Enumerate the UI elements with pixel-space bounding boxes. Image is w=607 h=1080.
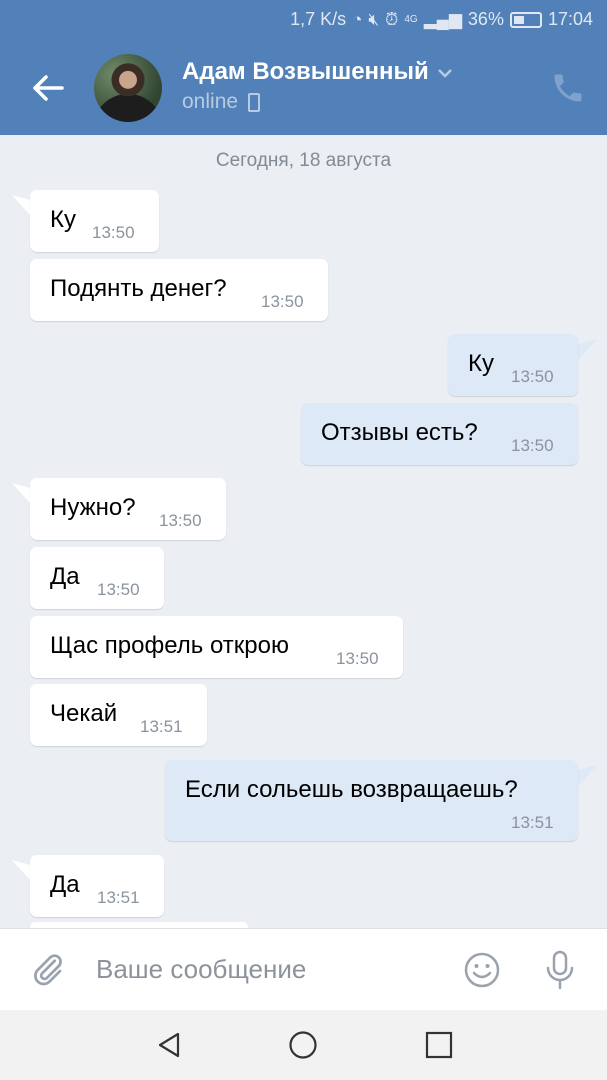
phone-call-icon[interactable] (550, 70, 586, 106)
message-incoming[interactable]: Чекай 13:51 (30, 684, 207, 746)
microphone-icon[interactable] (543, 949, 577, 991)
mute-icon: 🔇︎ (368, 9, 380, 29)
bubble-tail (577, 765, 597, 787)
message-incoming[interactable]: Да 13:51 (30, 855, 164, 917)
nav-recents-icon[interactable] (424, 1030, 454, 1060)
message-text: Ку (468, 350, 494, 377)
message-text: Нужно? (50, 494, 136, 521)
network-speed: 1,7 K/s (290, 9, 347, 29)
contact-title[interactable]: Адам Возвышенный (182, 58, 453, 86)
data-saver-icon: ◔ (352, 9, 363, 29)
contact-name: Адам Возвышенный (182, 58, 429, 85)
date-separator: Сегодня, 18 августа (215, 150, 392, 171)
smile-icon[interactable] (463, 951, 501, 989)
paperclip-icon[interactable] (30, 951, 66, 987)
message-text: Ку (50, 206, 76, 233)
message-incoming[interactable]: Нужно? 13:50 (30, 478, 226, 540)
nav-back-icon[interactable] (154, 1030, 184, 1060)
network-type: 4G (404, 14, 418, 25)
message-time: 13:50 (511, 367, 554, 386)
system-nav-bar (0, 1010, 607, 1080)
message-text: Чекай (50, 700, 118, 727)
bubble-tail (577, 339, 597, 361)
message-time: 13:50 (261, 292, 304, 311)
message-time: 13:50 (511, 436, 554, 455)
clock: 17:04 (547, 9, 593, 29)
message-outgoing[interactable]: Ку 13:50 (448, 334, 578, 396)
message-time: 13:50 (336, 649, 379, 668)
message-text: Отзывы есть? (321, 419, 478, 446)
message-composer: Ваше сообщение (0, 928, 607, 1010)
message-time: 13:51 (97, 888, 140, 907)
message-text: Да (50, 563, 80, 590)
alarm-icon: ⏰︎ (385, 9, 399, 29)
message-time: 13:50 (97, 580, 140, 599)
status-text: online (182, 90, 239, 113)
signal-icon: ▂▄▆ (423, 9, 462, 29)
battery-icon (509, 11, 542, 28)
message-incoming[interactable]: Подянть денег? 13:50 (30, 259, 328, 321)
message-text: Подянть денег? (50, 275, 227, 302)
message-time: 13:50 (92, 223, 135, 242)
back-arrow-icon[interactable] (28, 70, 68, 106)
chat-header: 1,7 K/s ◔ 🔇︎ ⏰︎ 4G ▂▄▆ 36% 17:04 Адам Во… (0, 0, 607, 135)
message-time: 13:50 (159, 511, 202, 530)
message-text: Если сольешь возвращаешь? (185, 776, 518, 803)
message-outgoing[interactable]: Если сольешь возвращаешь? 13:51 (165, 760, 578, 841)
nav-home-icon[interactable] (288, 1030, 318, 1060)
message-text: Щас профель открою (50, 632, 289, 659)
message-incoming[interactable]: Да 13:50 (30, 547, 164, 609)
bubble-tail (12, 483, 32, 505)
chevron-down-icon (437, 68, 452, 78)
contact-status: online (182, 90, 261, 114)
message-outgoing[interactable]: Отзывы есть? 13:50 (301, 403, 578, 465)
message-input[interactable]: Ваше сообщение (96, 954, 306, 985)
status-bar: 1,7 K/s ◔ 🔇︎ ⏰︎ 4G ▂▄▆ 36% 17:04 (0, 0, 607, 40)
message-text: Да (50, 871, 80, 898)
mobile-phone-icon (248, 92, 261, 112)
message-time: 13:51 (511, 813, 554, 832)
bubble-tail (12, 860, 32, 882)
message-time: 13:51 (140, 717, 183, 736)
avatar[interactable] (94, 54, 162, 122)
bubble-tail (12, 195, 32, 217)
message-incoming[interactable]: Щас профель открою 13:50 (30, 616, 403, 678)
battery-percent: 36% (467, 9, 504, 29)
message-incoming[interactable]: Ку 13:50 (30, 190, 159, 252)
